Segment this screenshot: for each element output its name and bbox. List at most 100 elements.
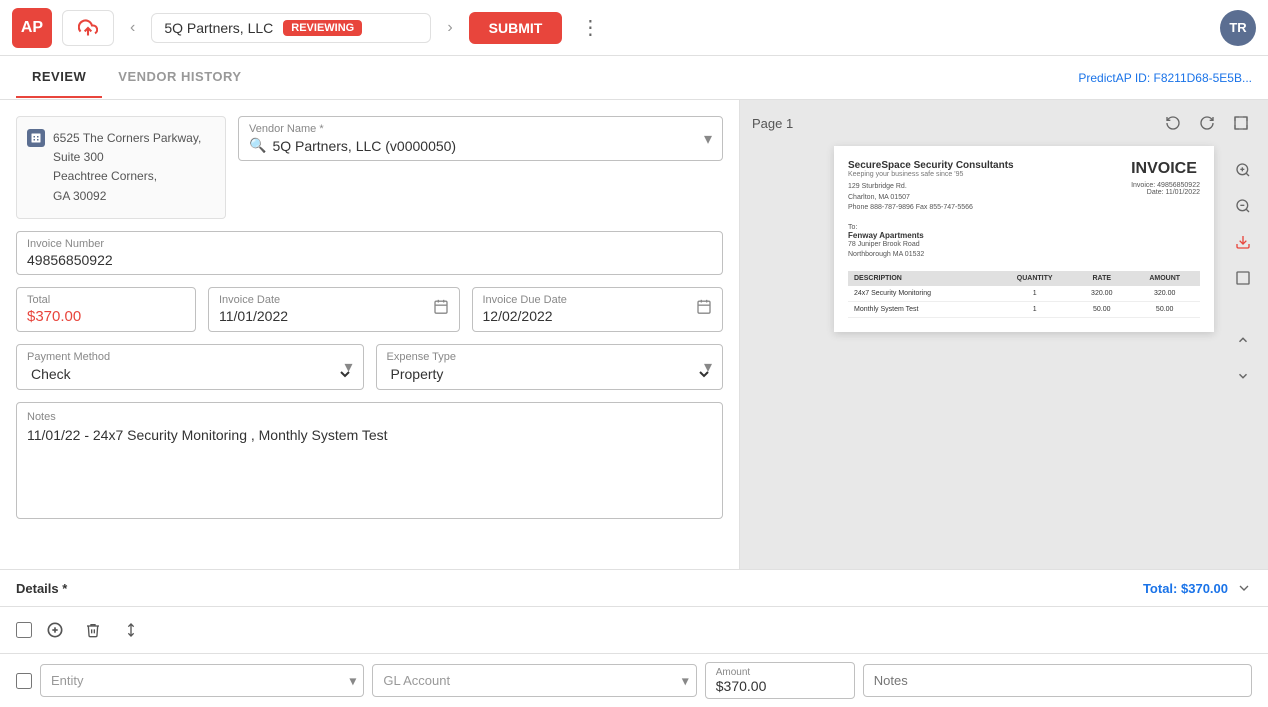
form-area: 6525 The Corners Parkway, Suite 300 Peac… bbox=[0, 100, 739, 535]
predictap-id: PredictAP ID: F8211D68-5E5B... bbox=[1078, 71, 1252, 85]
tab-review[interactable]: REVIEW bbox=[16, 57, 102, 98]
invoice-table-cell: Monthly System Test bbox=[848, 301, 995, 317]
expense-type-label: Expense Type bbox=[387, 351, 713, 363]
payment-expense-row: Payment Method Check ▾ Expense Type Prop… bbox=[16, 344, 723, 390]
vendor-name-input[interactable] bbox=[272, 138, 712, 154]
nav-breadcrumb: 5Q Partners, LLC REVIEWING bbox=[151, 13, 431, 43]
col-quantity: QUANTITY bbox=[995, 271, 1074, 286]
fullscreen-button[interactable] bbox=[1228, 263, 1258, 293]
amount-label: Amount bbox=[716, 667, 844, 678]
line-amount-field: Amount $370.00 bbox=[705, 662, 855, 699]
date-row: Total $370.00 Invoice Date Invoice Due D… bbox=[16, 287, 723, 332]
app-logo: AP bbox=[12, 8, 52, 48]
address-line1: 6525 The Corners Parkway, Suite 300 bbox=[53, 129, 213, 167]
details-total: Total: $370.00 bbox=[1143, 581, 1228, 596]
entity-field: Entity ▾ bbox=[40, 664, 364, 697]
expense-type-select[interactable]: Property bbox=[387, 365, 713, 383]
col-rate: RATE bbox=[1074, 271, 1129, 286]
tab-vendor-history[interactable]: VENDOR HISTORY bbox=[102, 57, 257, 98]
zoom-out-button[interactable] bbox=[1228, 191, 1258, 221]
vendor-name-field: Vendor Name * 🔍 ▾ bbox=[238, 116, 723, 161]
invoice-document: SecureSpace Security Consultants Keeping… bbox=[834, 146, 1214, 332]
entity-select[interactable]: Entity bbox=[40, 664, 364, 697]
details-header[interactable]: Details * Total: $370.00 bbox=[0, 570, 1268, 607]
preview-side-tools bbox=[1228, 155, 1258, 391]
add-line-button[interactable] bbox=[40, 615, 70, 645]
delete-line-button[interactable] bbox=[78, 615, 108, 645]
invoice-company-tagline: Keeping your business safe since '95 bbox=[848, 171, 1014, 178]
invoice-company-info: SecureSpace Security Consultants Keeping… bbox=[848, 160, 1014, 214]
invoice-company-name: SecureSpace Security Consultants bbox=[848, 160, 1014, 171]
invoice-table-row: Monthly System Test150.0050.00 bbox=[848, 301, 1200, 317]
upload-button[interactable] bbox=[62, 10, 114, 46]
line-item-row: Entity ▾ GL Account ▾ Amount $370.00 bbox=[0, 654, 1268, 707]
invoice-table-cell: 1 bbox=[995, 286, 1074, 302]
invoice-title-block: INVOICE Invoice: 49856850922 Date: 11/01… bbox=[1131, 160, 1200, 196]
col-description: DESCRIPTION bbox=[848, 271, 995, 286]
submit-button[interactable]: SUBMIT bbox=[469, 12, 563, 44]
details-label: Details * bbox=[16, 581, 67, 596]
invoice-table-row: 24x7 Security Monitoring1320.00320.00 bbox=[848, 286, 1200, 302]
gl-account-select[interactable]: GL Account bbox=[372, 664, 696, 697]
invoice-due-date-field: Invoice Due Date bbox=[472, 287, 724, 332]
invoice-table-cell: 24x7 Security Monitoring bbox=[848, 286, 995, 302]
nav-next-button[interactable]: › bbox=[441, 15, 458, 41]
split-button[interactable] bbox=[116, 615, 146, 645]
rotate-right-button[interactable] bbox=[1192, 108, 1222, 138]
rotate-left-button[interactable] bbox=[1158, 108, 1188, 138]
nav-status-badge: REVIEWING bbox=[283, 20, 362, 36]
invoice-table-cell: 50.00 bbox=[1074, 301, 1129, 317]
select-all-checkbox[interactable] bbox=[16, 622, 32, 638]
address-line3: GA 30092 bbox=[53, 187, 213, 206]
col-amount: AMOUNT bbox=[1129, 271, 1200, 286]
total-label: Total bbox=[27, 294, 185, 306]
details-actions bbox=[0, 607, 1268, 654]
invoice-date-field: Invoice Date bbox=[208, 287, 460, 332]
invoice-table-cell: 50.00 bbox=[1129, 301, 1200, 317]
scroll-up-button[interactable] bbox=[1228, 325, 1258, 355]
vendor-name-group: Vendor Name * 🔍 ▾ bbox=[238, 116, 723, 161]
invoice-date-label: Invoice Date bbox=[219, 294, 449, 306]
notes-textarea[interactable]: 11/01/22 - 24x7 Security Monitoring , Mo… bbox=[27, 427, 712, 507]
invoice-number-field: Invoice Number bbox=[16, 231, 723, 275]
address-block: 6525 The Corners Parkway, Suite 300 Peac… bbox=[16, 116, 226, 219]
top-nav: AP ‹ 5Q Partners, LLC REVIEWING › SUBMIT… bbox=[0, 0, 1268, 56]
total-value: $370.00 bbox=[27, 308, 185, 325]
invoice-table-cell: 1 bbox=[995, 301, 1074, 317]
bottom-details: Details * Total: $370.00 Entity ▾ bbox=[0, 569, 1268, 707]
invoice-table-cell: 320.00 bbox=[1074, 286, 1129, 302]
invoice-date-input[interactable] bbox=[219, 308, 449, 324]
invoice-meta: Invoice: 49856850922 Date: 11/01/2022 bbox=[1131, 182, 1200, 196]
download-button[interactable] bbox=[1228, 227, 1258, 257]
invoice-due-date-label: Invoice Due Date bbox=[483, 294, 713, 306]
nav-company-name: 5Q Partners, LLC bbox=[164, 20, 273, 36]
preview-page-label: Page 1 bbox=[752, 116, 793, 131]
more-options-button[interactable]: ⋮ bbox=[572, 11, 608, 44]
line-item-checkbox[interactable] bbox=[16, 673, 32, 689]
scroll-down-button[interactable] bbox=[1228, 361, 1258, 391]
invoice-company-addr: 129 Sturbridge Rd. Charlton, MA 01507 Ph… bbox=[848, 182, 1014, 214]
address-vendor-row: 6525 The Corners Parkway, Suite 300 Peac… bbox=[16, 116, 723, 219]
nav-prev-button[interactable]: ‹ bbox=[124, 15, 141, 41]
payment-method-label: Payment Method bbox=[27, 351, 353, 363]
fit-page-button[interactable] bbox=[1226, 108, 1256, 138]
invoice-number-label: Invoice Number bbox=[27, 238, 712, 250]
invoice-due-date-input[interactable] bbox=[483, 308, 713, 324]
invoice-title: INVOICE bbox=[1131, 160, 1200, 178]
address-line2: Peachtree Corners, bbox=[53, 167, 213, 186]
invoice-number-input[interactable] bbox=[27, 252, 712, 268]
amount-value: $370.00 bbox=[716, 678, 844, 694]
line-notes-input[interactable] bbox=[863, 664, 1252, 697]
details-chevron-icon bbox=[1236, 580, 1252, 596]
expense-type-field: Expense Type Property ▾ bbox=[376, 344, 724, 390]
payment-method-field: Payment Method Check ▾ bbox=[16, 344, 364, 390]
payment-method-select[interactable]: Check bbox=[27, 365, 353, 383]
zoom-in-button[interactable] bbox=[1228, 155, 1258, 185]
preview-toolbar: Page 1 bbox=[740, 100, 1268, 146]
gl-account-field: GL Account ▾ bbox=[372, 664, 696, 697]
tabs-bar: REVIEW VENDOR HISTORY PredictAP ID: F821… bbox=[0, 56, 1268, 100]
invoice-header: SecureSpace Security Consultants Keeping… bbox=[848, 160, 1200, 214]
invoice-to: To: Fenway Apartments 78 Juniper Brook R… bbox=[848, 224, 1200, 261]
invoice-number-row: Invoice Number bbox=[16, 231, 723, 275]
notes-field: Notes 11/01/22 - 24x7 Security Monitorin… bbox=[16, 402, 723, 519]
